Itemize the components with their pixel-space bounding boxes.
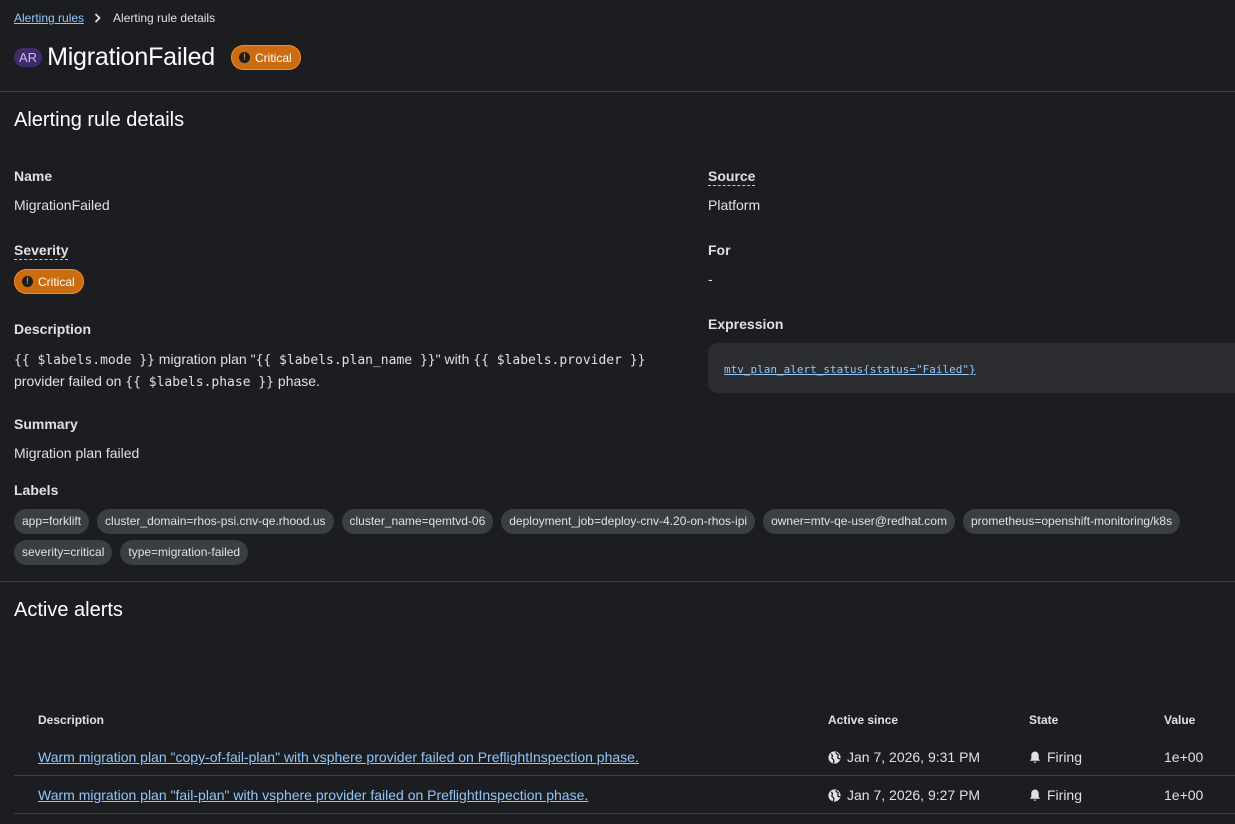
severity-value: Critical [38, 274, 75, 289]
description-token-plan-name: {{ $labels.plan_name }} [255, 353, 436, 368]
alert-value: 1e+00 [1164, 749, 1204, 765]
label-chip: app=forklift [14, 509, 90, 534]
divider [0, 581, 1235, 582]
description-token-provider: {{ $labels.provider }} [473, 353, 646, 368]
description-text: " with [435, 351, 474, 367]
label-chip: deployment_job=deploy-cnv-4.20-on-rhos-i… [501, 509, 756, 534]
expression-link[interactable]: mtv_plan_alert_status{status="Failed"} [724, 363, 976, 376]
alert-description-link[interactable]: Warm migration plan "fail-plan" with vsp… [38, 787, 588, 803]
severity-value-badge: ! Critical [14, 269, 84, 294]
table-row: Warm migration plan "copy-of-fail-plan" … [14, 738, 1235, 776]
column-header-state: State [1029, 713, 1059, 727]
table-header: Description Active since State Value [14, 704, 1235, 738]
details-section-title: Alerting rule details [14, 109, 185, 131]
for-label: For [708, 242, 731, 258]
alert-value: 1e+00 [1164, 787, 1204, 803]
alert-description-link[interactable]: Warm migration plan "copy-of-fail-plan" … [38, 749, 639, 765]
active-alerts-section-title: Active alerts [14, 599, 123, 621]
expression-label: Expression [708, 316, 784, 332]
description-token-mode: {{ $labels.mode }} [14, 353, 155, 368]
label-chip: cluster_name=qemtvd-06 [341, 509, 494, 534]
breadcrumb-current: Alerting rule details [113, 11, 216, 25]
description-value: {{ $labels.mode }} migration plan "{{ $l… [14, 349, 689, 393]
severity-label[interactable]: Severity [14, 242, 69, 260]
label-chip: severity=critical [14, 540, 113, 565]
column-header-description: Description [38, 713, 105, 727]
exclamation-circle-icon: ! [238, 52, 250, 63]
label-chip: owner=mtv-qe-user@redhat.com [763, 509, 955, 534]
bell-icon [1029, 750, 1041, 763]
active-alerts-table: Description Active since State Value War… [14, 704, 1235, 814]
chevron-right-icon [94, 13, 101, 23]
page-title: MigrationFailed [47, 43, 215, 71]
alert-state: Firing [1047, 749, 1083, 765]
labels-label: Labels [14, 482, 59, 498]
globe-icon [828, 788, 841, 802]
bell-icon [1029, 788, 1041, 801]
description-token-phase: {{ $labels.phase }} [125, 375, 275, 390]
description-text: migration plan " [154, 351, 256, 367]
alert-state: Firing [1047, 787, 1083, 803]
globe-icon [828, 750, 841, 764]
breadcrumb-alerting-rules-link[interactable]: Alerting rules [14, 11, 84, 25]
label-chip: cluster_domain=rhos-psi.cnv-qe.rhood.us [97, 509, 334, 534]
summary-label: Summary [14, 416, 78, 432]
column-header-active-since: Active since [828, 713, 899, 727]
source-value: Platform [708, 197, 761, 213]
name-value: MigrationFailed [14, 197, 110, 213]
divider [0, 91, 1235, 92]
name-label: Name [14, 168, 53, 184]
alert-active-since: Jan 7, 2026, 9:27 PM [847, 787, 981, 803]
description-text: provider failed on [14, 373, 126, 389]
labels-group: app=forklift cluster_domain=rhos-psi.cnv… [14, 509, 1235, 565]
severity-badge: ! Critical [230, 45, 301, 70]
table-row: Warm migration plan "fail-plan" with vsp… [14, 776, 1235, 814]
description-label: Description [14, 321, 92, 337]
breadcrumb: Alerting rules Alerting rule details [14, 11, 215, 25]
alert-active-since: Jan 7, 2026, 9:31 PM [847, 749, 981, 765]
resource-type-badge: AR [14, 48, 43, 67]
description-text: phase. [274, 373, 320, 389]
severity-badge-label: Critical [254, 50, 292, 65]
expression-code-block: mtv_plan_alert_status{status="Failed"} [708, 343, 1235, 393]
summary-value: Migration plan failed [14, 445, 140, 461]
source-label[interactable]: Source [708, 168, 756, 186]
for-value: - [708, 271, 713, 287]
label-chip: prometheus=openshift-monitoring/k8s [962, 509, 1181, 534]
label-chip: type=migration-failed [120, 540, 249, 565]
column-header-value: Value [1164, 713, 1196, 727]
page-header: AR MigrationFailed ! Critical [14, 43, 301, 72]
exclamation-circle-icon: ! [22, 276, 33, 287]
